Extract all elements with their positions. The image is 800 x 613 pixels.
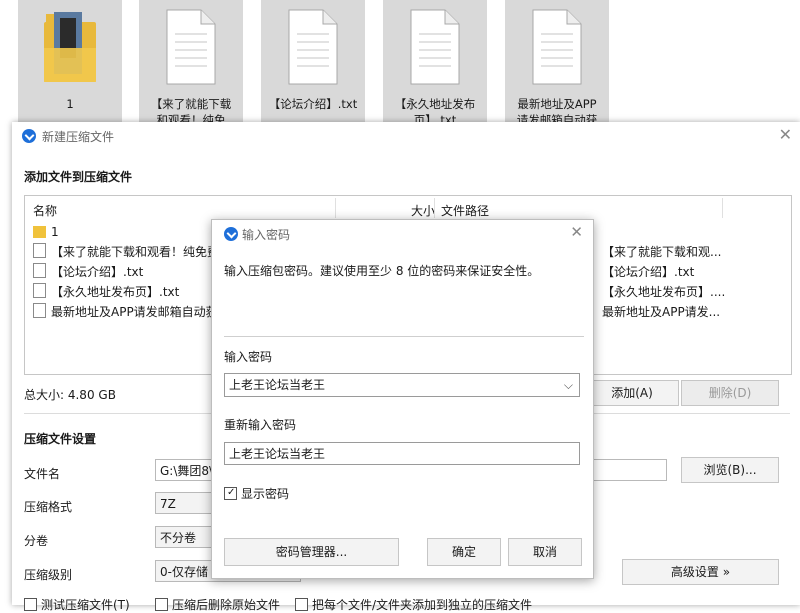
- list-item[interactable]: 【永久地址发布页】.txt: [33, 282, 179, 302]
- close-icon[interactable]: ✕: [779, 125, 792, 144]
- column-name[interactable]: 名称: [33, 202, 57, 219]
- dialog-title: 输入密码: [242, 228, 291, 242]
- text-file-icon: [33, 283, 46, 298]
- list-item[interactable]: 【来了就能下载和观看！纯免费: [33, 242, 219, 262]
- window-title: 新建压缩文件: [42, 130, 115, 144]
- explorer-item-txt-4[interactable]: 最新地址及APP 请发邮箱自动获: [505, 0, 609, 122]
- file-path-cell: 【论坛介绍】.txt: [602, 265, 695, 279]
- explorer-item-txt-3[interactable]: 【永久地址发布 页】.txt: [383, 0, 487, 122]
- list-item[interactable]: 最新地址及APP请发邮箱自动获: [33, 302, 218, 322]
- enter-password-label: 输入密码: [224, 350, 273, 364]
- explorer-item-txt-1[interactable]: 【来了就能下载 和观看！纯免: [139, 0, 243, 122]
- file-explorer-view: 1 【来了就能下载 和观看！纯免 【论坛介绍】.txt 【永久地址发布 页】.txt: [0, 0, 800, 122]
- add-button[interactable]: 添加(A): [585, 380, 679, 406]
- password-dialog: 输入密码 ✕ 输入压缩包密码。建议使用至少 8 位的密码来保证安全性。 输入密码…: [211, 219, 594, 579]
- add-files-heading: 添加文件到压缩文件: [24, 170, 133, 184]
- text-file-icon: [532, 9, 582, 85]
- list-item[interactable]: 【论坛介绍】.txt: [33, 262, 143, 282]
- column-size[interactable]: 大小: [411, 202, 435, 219]
- confirm-password-input[interactable]: 上老王论坛当老王: [224, 442, 580, 465]
- ok-button[interactable]: 确定: [427, 538, 501, 566]
- chevron-down-icon[interactable]: ⌵: [564, 374, 573, 396]
- list-item[interactable]: 1: [33, 222, 59, 242]
- app-logo-icon: [22, 129, 36, 143]
- delete-button[interactable]: 删除(D): [681, 380, 779, 406]
- explorer-item-folder[interactable]: 1: [18, 0, 122, 122]
- browse-button[interactable]: 浏览(B)...: [681, 457, 779, 483]
- text-file-icon: [33, 243, 46, 258]
- split-label: 分卷: [24, 534, 49, 548]
- password-manager-button[interactable]: 密码管理器...: [224, 538, 399, 566]
- text-file-icon: [33, 263, 46, 278]
- checkbox-checked-icon: ✓: [224, 487, 237, 500]
- title-bar: 新建压缩文件 ✕: [12, 122, 800, 150]
- file-path-cell: 【来了就能下载和观...: [602, 245, 722, 259]
- text-file-icon: [288, 9, 338, 85]
- close-icon[interactable]: ✕: [570, 223, 583, 241]
- advanced-settings-button[interactable]: 高级设置 »: [622, 559, 779, 585]
- folder-icon: [44, 12, 96, 82]
- divider: [224, 336, 584, 337]
- total-size: 总大小: 4.80 GB: [24, 388, 116, 402]
- column-divider: [335, 198, 336, 218]
- format-label: 压缩格式: [24, 500, 73, 514]
- file-path-cell: 最新地址及APP请发...: [602, 305, 721, 319]
- explorer-item-txt-2[interactable]: 【论坛介绍】.txt: [261, 0, 365, 122]
- text-file-icon: [410, 9, 460, 85]
- folder-icon: [33, 226, 46, 238]
- column-path[interactable]: 文件路径: [441, 202, 489, 219]
- show-password-checkbox[interactable]: ✓ 显示密码: [224, 485, 289, 502]
- password-hint: 输入压缩包密码。建议使用至少 8 位的密码来保证安全性。: [224, 264, 540, 278]
- reenter-password-label: 重新输入密码: [224, 418, 297, 432]
- settings-heading: 压缩文件设置: [24, 432, 97, 446]
- app-logo-icon: [224, 227, 238, 241]
- column-divider: [722, 198, 723, 218]
- password-input[interactable]: 上老王论坛当老王 ⌵: [224, 373, 580, 397]
- level-label: 压缩级别: [24, 568, 73, 582]
- cancel-button[interactable]: 取消: [508, 538, 582, 566]
- filename-label: 文件名: [24, 467, 61, 481]
- text-file-icon: [166, 9, 216, 85]
- file-path-cell: 【永久地址发布页】....: [602, 285, 726, 299]
- column-divider: [434, 198, 435, 218]
- text-file-icon: [33, 303, 46, 318]
